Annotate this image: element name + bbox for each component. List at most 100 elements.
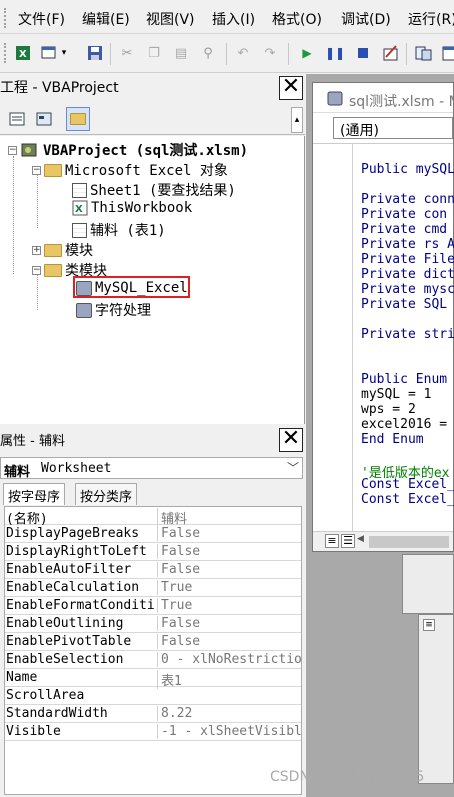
properties-icon[interactable]	[440, 44, 454, 62]
property-row[interactable]: StandardWidth 8.22	[5, 705, 301, 723]
code-line[interactable]: Private cmd	[361, 222, 447, 237]
property-value[interactable]: False	[157, 544, 301, 559]
code-line[interactable]: Public mySQL	[361, 162, 454, 177]
code-line[interactable]: Private rs A	[361, 237, 454, 252]
redo-icon[interactable]: ↷	[261, 44, 279, 62]
find-icon[interactable]: ⚲	[199, 44, 217, 62]
design-mode-icon[interactable]	[382, 44, 400, 62]
code-line[interactable]: Private conn	[361, 192, 454, 207]
tree-fuliao-sheet[interactable]: 辅料 (表1)	[72, 220, 166, 240]
code-line[interactable]: mySQL = 1	[361, 387, 431, 402]
tree-sheet1[interactable]: Sheet1 (要查找结果)	[72, 180, 236, 200]
close-icon[interactable]: ✕	[279, 428, 303, 452]
menu-edit[interactable]: 编辑(E)	[82, 9, 130, 29]
property-row[interactable]: EnableCalculation True	[5, 579, 301, 597]
chevron-down-icon[interactable]: ▾	[60, 44, 68, 62]
property-row[interactable]: EnableAutoFilter False	[5, 561, 301, 579]
property-value[interactable]: 0 - xlNoRestrictio	[157, 652, 301, 667]
tab-alphabetic[interactable]: 按字母序	[3, 483, 66, 505]
undo-icon[interactable]: ↶	[234, 44, 252, 62]
property-value[interactable]: False	[157, 616, 301, 631]
scroll-thumb[interactable]	[369, 536, 449, 548]
code-window[interactable]: sql测试.xlsm - M (通用) Public mySQL Private…	[312, 82, 454, 552]
property-row[interactable]: ScrollArea	[5, 687, 301, 705]
collapse-icon[interactable]: −	[32, 265, 41, 275]
view-code-icon[interactable]	[5, 107, 29, 131]
code-line[interactable]: Private SQL	[361, 297, 447, 312]
menu-format[interactable]: 格式(O)	[272, 9, 322, 29]
menu-run[interactable]: 运行(R)	[408, 9, 454, 29]
property-value[interactable]: True	[157, 598, 301, 613]
cut-icon[interactable]: ✂	[118, 44, 136, 62]
code-line[interactable]: Private con	[361, 207, 447, 222]
collapse-icon[interactable]: −	[32, 165, 41, 175]
chevron-down-icon[interactable]: ﹀	[287, 459, 299, 476]
background-code-window[interactable]: ≡	[418, 614, 454, 784]
object-combo[interactable]: (通用)	[333, 117, 453, 139]
property-value[interactable]: False	[157, 634, 301, 649]
code-line[interactable]: wps = 2	[361, 402, 416, 417]
code-line[interactable]: End Enum	[361, 432, 424, 447]
toggle-folders-icon[interactable]	[66, 107, 90, 131]
property-row[interactable]: EnablePivotTable False	[5, 633, 301, 651]
property-row[interactable]: EnableSelection 0 - xlNoRestrictio	[5, 651, 301, 669]
project-explorer-icon[interactable]	[414, 44, 432, 62]
margin-indicator-bar[interactable]	[313, 144, 353, 532]
tree-modules[interactable]: + 模块	[32, 240, 93, 260]
collapse-icon[interactable]: −	[8, 145, 17, 155]
code-line[interactable]: Private File	[361, 252, 454, 267]
property-row[interactable]: (名称) 辅料	[5, 507, 301, 527]
excel-icon[interactable]: X	[14, 44, 32, 62]
view-toggle-icon[interactable]: ≡	[423, 619, 435, 631]
property-row[interactable]: EnableOutlining False	[5, 615, 301, 633]
menu-debug[interactable]: 调试(D)	[341, 9, 391, 29]
tree-excel-objects[interactable]: − Microsoft Excel 对象	[32, 160, 228, 180]
code-line[interactable]: Private dict	[361, 267, 454, 282]
expand-icon[interactable]: +	[32, 245, 41, 255]
vba-project-icon	[21, 143, 37, 157]
save-icon[interactable]	[86, 44, 104, 62]
property-row[interactable]: DisplayRightToLeft False	[5, 543, 301, 561]
procedure-view-icon[interactable]: ≡	[325, 534, 339, 548]
view-object-icon[interactable]	[32, 107, 56, 131]
full-module-view-icon[interactable]: ☰	[341, 534, 355, 548]
code-horizontal-scrollbar[interactable]: ≡ ☰ ◀	[313, 531, 453, 551]
tab-categorized[interactable]: 按分类序	[75, 483, 138, 505]
code-line[interactable]: Private mysc	[361, 282, 454, 297]
property-row[interactable]: DisplayPageBreaks False	[5, 525, 301, 543]
code-line[interactable]: Const Excel_	[361, 492, 454, 507]
scrollbar-arrow-icon[interactable]: ▴	[291, 107, 303, 133]
highlight-box	[73, 276, 190, 298]
property-value[interactable]: 8.22	[157, 706, 301, 721]
tree-root-vbaproject[interactable]: − VBAProject (sql测试.xlsm)	[8, 140, 248, 160]
property-name: DisplayRightToLeft	[6, 544, 147, 559]
property-value[interactable]: True	[157, 580, 301, 595]
code-line[interactable]: Const Excel_	[361, 477, 454, 492]
tree-string-proc[interactable]: 字符处理	[76, 300, 151, 320]
insert-form-icon[interactable]	[40, 44, 58, 62]
background-code-window[interactable]	[402, 554, 454, 614]
property-row[interactable]: EnableFormatConditi True	[5, 597, 301, 615]
code-line[interactable]: Public Enum	[361, 372, 447, 387]
menu-file[interactable]: 文件(F)	[18, 9, 65, 29]
menu-insert[interactable]: 插入(I)	[212, 9, 255, 29]
code-line[interactable]: excel2016 =	[361, 417, 447, 432]
stop-icon[interactable]	[354, 44, 372, 62]
tree-string-proc-label: 字符处理	[95, 303, 151, 319]
close-icon[interactable]: ✕	[279, 76, 303, 100]
copy-icon[interactable]: ❐	[145, 44, 163, 62]
object-selector[interactable]: 辅料 Worksheet ﹀	[0, 457, 303, 480]
code-editor[interactable]: Public mySQL Private conn Private con Pr…	[313, 143, 454, 532]
code-line[interactable]: Private stri	[361, 327, 454, 342]
paste-icon[interactable]: ▤	[172, 44, 190, 62]
property-value[interactable]: False	[157, 562, 301, 577]
property-row[interactable]: Visible -1 - xlSheetVisibl	[5, 723, 301, 741]
property-value[interactable]: False	[157, 526, 301, 541]
tree-thisworkbook[interactable]: X ThisWorkbook	[72, 200, 192, 216]
property-row[interactable]: Name 表1	[5, 669, 301, 689]
property-value[interactable]: -1 - xlSheetVisibl	[157, 724, 301, 739]
pause-icon[interactable]: ❚❚	[325, 44, 345, 62]
menu-view[interactable]: 视图(V)	[146, 9, 195, 29]
scroll-left-icon[interactable]: ◀	[357, 534, 364, 544]
run-icon[interactable]: ▶	[298, 44, 316, 62]
